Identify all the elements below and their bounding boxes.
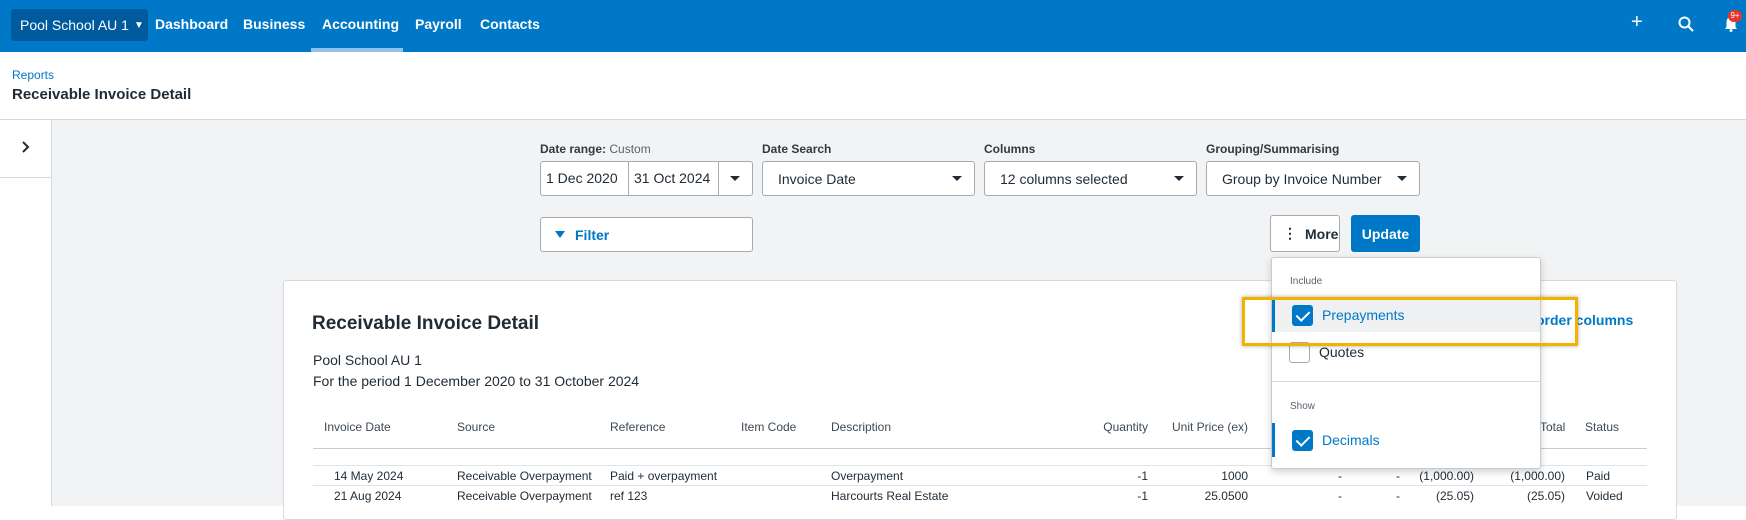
menu-section-include: Include [1290, 276, 1323, 287]
cell-quantity: -1 [1137, 489, 1148, 503]
top-nav: Pool School AU 1 ▼ Dashboard Business Ac… [0, 0, 1746, 52]
col-header-source[interactable]: Source [457, 420, 495, 434]
date-to-input[interactable]: 31 Oct 2024 [634, 170, 710, 186]
col-header-reference[interactable]: Reference [610, 420, 665, 434]
cell-dash: - [1338, 489, 1342, 503]
col-header-total[interactable]: Total [1540, 420, 1565, 434]
menu-item-label: Decimals [1322, 432, 1380, 448]
more-vertical-icon: ⋮ [1283, 225, 1297, 241]
cell-date: 14 May 2024 [334, 469, 404, 483]
report-period: For the period 1 December 2020 to 31 Oct… [313, 373, 640, 389]
columns-label: Columns [984, 142, 1036, 156]
breadcrumb[interactable]: Reports [12, 68, 54, 82]
chevron-down-icon [952, 176, 962, 181]
cell-source: Receivable Overpayment [457, 469, 592, 483]
row-divider [313, 485, 1647, 486]
cell-description: Harcourts Real Estate [831, 489, 949, 503]
nav-dashboard[interactable]: Dashboard [155, 0, 228, 52]
columns-value: 12 columns selected [1000, 170, 1128, 187]
date-range-dropdown-icon[interactable] [730, 176, 740, 181]
date-search-value: Invoice Date [778, 170, 856, 187]
date-range-type: Custom [609, 142, 651, 156]
chevron-right-icon [21, 140, 31, 158]
col-header-invoice-date[interactable]: Invoice Date [324, 420, 391, 434]
nav-business[interactable]: Business [243, 0, 305, 52]
chevron-down-icon [1174, 176, 1184, 181]
col-header-unit-price[interactable]: Unit Price (ex) [1160, 420, 1248, 434]
highlight-box [1242, 297, 1578, 346]
cell-unit-price: 25.0500 [1204, 489, 1248, 503]
cell-status: Voided [1586, 489, 1623, 503]
more-button[interactable]: ⋮ More [1270, 215, 1340, 252]
nav-contacts[interactable]: Contacts [480, 0, 540, 52]
more-label: More [1305, 225, 1339, 242]
cell-dash: - [1338, 469, 1342, 483]
menu-divider [1272, 381, 1540, 382]
cell-description: Overpayment [831, 469, 904, 483]
col-header-item-code[interactable]: Item Code [741, 420, 796, 434]
cell-dash: - [1396, 469, 1400, 483]
col-header-quantity[interactable]: Quantity [1080, 420, 1148, 434]
checkbox-checked-icon[interactable] [1292, 430, 1313, 451]
cell-unit-price: 1000 [1221, 469, 1248, 483]
nav-accounting[interactable]: Accounting [311, 0, 403, 52]
cell-date: 21 Aug 2024 [334, 489, 402, 503]
date-divider [718, 162, 719, 195]
report-title: Receivable Invoice Detail [312, 313, 540, 334]
col-header-description[interactable]: Description [831, 420, 891, 434]
page-title: Receivable Invoice Detail [12, 86, 192, 103]
menu-item-decimals[interactable]: Decimals [1272, 423, 1540, 457]
nav-payroll[interactable]: Payroll [415, 0, 462, 52]
update-button[interactable]: Update [1351, 215, 1420, 252]
sidebar-expand-button[interactable] [0, 120, 52, 178]
menu-item-label: Quotes [1319, 344, 1365, 360]
date-from-input[interactable]: 1 Dec 2020 [546, 170, 618, 186]
col-header-status[interactable]: Status [1585, 420, 1619, 434]
chevron-down-icon [1397, 176, 1407, 181]
cell-reference: Paid + overpayment [610, 469, 718, 483]
grouping-label: Grouping/Summarising [1206, 142, 1340, 156]
menu-section-show: Show [1290, 401, 1316, 412]
chevron-down-icon: ▼ [133, 19, 144, 31]
date-range-label-text: Date range: [540, 142, 607, 156]
grouping-select[interactable]: Group by Invoice Number [1206, 161, 1420, 196]
cell-dash: - [1396, 489, 1400, 503]
org-name: Pool School AU 1 [20, 17, 129, 33]
cell-amount: (1,000.00) [1419, 469, 1474, 483]
notification-badge: 9+ [1728, 10, 1742, 22]
cell-total: (25.05) [1526, 489, 1565, 503]
org-switcher[interactable]: Pool School AU 1 ▼ [11, 9, 148, 41]
search-icon[interactable] [1678, 16, 1694, 37]
filter-icon [555, 231, 565, 238]
date-search-select[interactable]: Invoice Date [762, 161, 975, 196]
grouping-value: Group by Invoice Number [1222, 170, 1382, 187]
columns-select[interactable]: 12 columns selected [984, 161, 1197, 196]
cell-amount: (25.05) [1435, 489, 1474, 503]
filter-label: Filter [575, 226, 610, 243]
date-search-label: Date Search [762, 142, 832, 156]
date-range-label: Date range: Custom [540, 142, 651, 156]
plus-icon[interactable]: + [1631, 12, 1643, 32]
date-range-field: 1 Dec 2020 31 Oct 2024 [540, 161, 753, 196]
cell-status: Paid [1586, 469, 1611, 483]
cell-reference: ref 123 [610, 489, 648, 503]
cell-quantity: -1 [1137, 469, 1148, 483]
filter-button[interactable]: Filter [540, 217, 753, 252]
date-divider [628, 162, 629, 195]
cell-total: (1,000.00) [1510, 469, 1565, 483]
report-org: Pool School AU 1 [313, 352, 422, 368]
cell-source: Receivable Overpayment [457, 489, 592, 503]
